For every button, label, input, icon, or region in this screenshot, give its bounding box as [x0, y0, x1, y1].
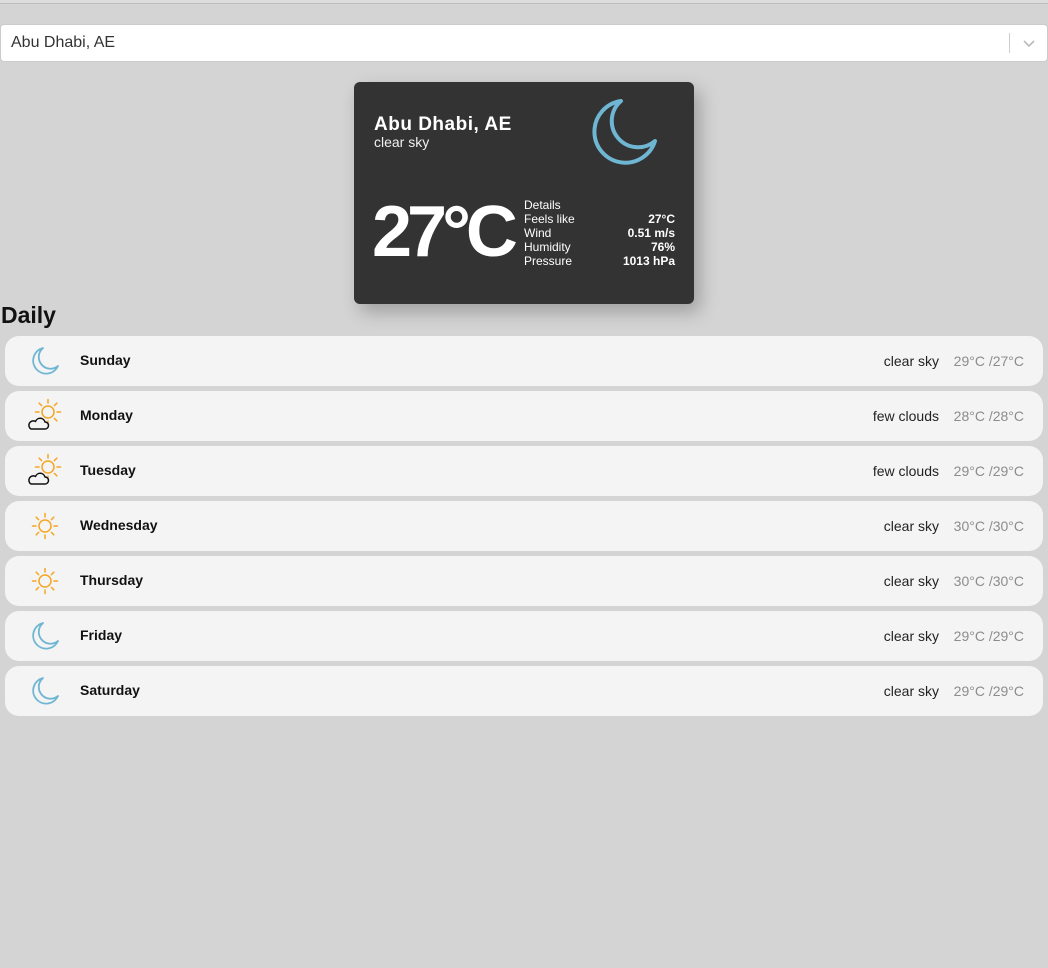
- top-bar: [0, 0, 1048, 4]
- moon-icon: [27, 618, 63, 654]
- day-row-sunday[interactable]: Sunday clear sky 29°C /27°C: [5, 336, 1043, 386]
- city-select[interactable]: Abu Dhabi, AE: [0, 24, 1048, 62]
- current-city: Abu Dhabi, AE: [374, 114, 512, 135]
- day-name: Tuesday: [80, 462, 136, 478]
- sun-icon: [27, 563, 63, 599]
- day-temperature: 29°C /29°C: [953, 683, 1024, 699]
- day-row-saturday[interactable]: Saturday clear sky 29°C /29°C: [5, 666, 1043, 716]
- day-description: clear sky: [883, 353, 939, 369]
- daily-list: Sunday clear sky 29°C /27°C Monday few c…: [5, 336, 1043, 721]
- detail-humidity: Humidity 76%: [524, 240, 675, 254]
- sun-cloud-icon: [27, 398, 63, 434]
- detail-value: 1013 hPa: [622, 254, 675, 268]
- moon-icon: [590, 98, 658, 166]
- details-panel: Details Feels like 27°C Wind 0.51 m/s Hu…: [524, 198, 675, 268]
- details-label: Details: [524, 198, 561, 212]
- day-temperature: 29°C /29°C: [953, 463, 1024, 479]
- city-select-value[interactable]: Abu Dhabi, AE: [1, 34, 1009, 52]
- day-temperature: 30°C /30°C: [953, 518, 1024, 534]
- chevron-down-icon[interactable]: [1010, 25, 1047, 61]
- moon-icon: [27, 343, 63, 379]
- day-description: few clouds: [872, 463, 939, 479]
- day-temperature: 28°C /28°C: [953, 408, 1024, 424]
- day-name: Thursday: [80, 572, 144, 588]
- day-row-friday[interactable]: Friday clear sky 29°C /29°C: [5, 611, 1043, 661]
- day-description: clear sky: [883, 628, 939, 644]
- day-row-tuesday[interactable]: Tuesday few clouds 29°C /29°C: [5, 446, 1043, 496]
- day-name: Sunday: [80, 352, 131, 368]
- day-description: clear sky: [883, 573, 939, 589]
- sun-cloud-icon: [27, 453, 63, 489]
- day-name: Monday: [80, 407, 133, 423]
- day-row-thursday[interactable]: Thursday clear sky 30°C /30°C: [5, 556, 1043, 606]
- detail-label: Wind: [524, 226, 552, 240]
- current-temperature: 27°C: [372, 192, 518, 272]
- day-name: Wednesday: [80, 517, 158, 533]
- detail-value: 0.51 m/s: [627, 226, 675, 240]
- details-header: Details: [524, 198, 675, 212]
- detail-label: Humidity: [524, 240, 571, 254]
- day-temperature: 29°C /27°C: [953, 353, 1024, 369]
- day-temperature: 30°C /30°C: [953, 573, 1024, 589]
- detail-value: 76%: [650, 240, 675, 254]
- current-description: clear sky: [374, 134, 430, 150]
- day-description: clear sky: [883, 518, 939, 534]
- day-description: clear sky: [883, 683, 939, 699]
- day-row-wednesday[interactable]: Wednesday clear sky 30°C /30°C: [5, 501, 1043, 551]
- moon-icon: [27, 673, 63, 709]
- detail-feels-like: Feels like 27°C: [524, 212, 675, 226]
- daily-title: Daily: [1, 302, 56, 328]
- current-weather-card: Abu Dhabi, AE clear sky 27°C Details Fee…: [354, 82, 694, 304]
- day-name: Friday: [80, 627, 123, 643]
- detail-wind: Wind 0.51 m/s: [524, 226, 675, 240]
- detail-pressure: Pressure 1013 hPa: [524, 254, 675, 268]
- day-temperature: 29°C /29°C: [953, 628, 1024, 644]
- detail-label: Feels like: [524, 212, 575, 226]
- day-row-monday[interactable]: Monday few clouds 28°C /28°C: [5, 391, 1043, 441]
- sun-icon: [27, 508, 63, 544]
- day-description: few clouds: [872, 408, 939, 424]
- day-name: Saturday: [80, 682, 140, 698]
- detail-label: Pressure: [524, 254, 573, 268]
- detail-value: 27°C: [648, 212, 675, 226]
